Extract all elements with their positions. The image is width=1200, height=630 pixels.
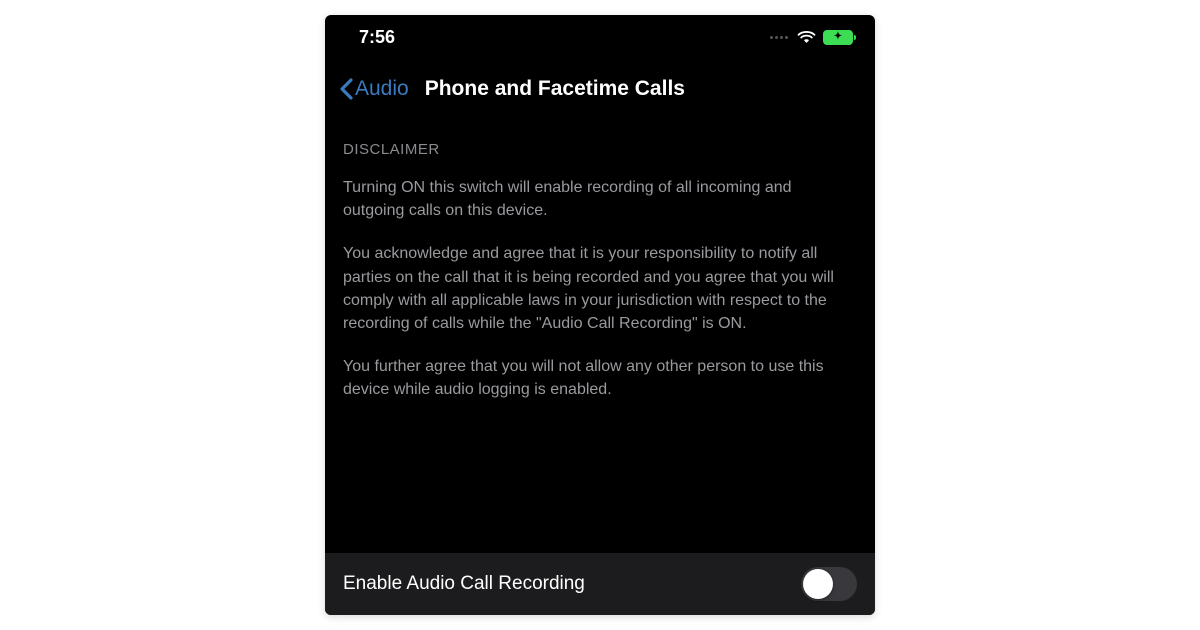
back-button[interactable]: Audio bbox=[339, 77, 409, 101]
status-time: 7:56 bbox=[359, 27, 395, 48]
status-indicators: ✦ bbox=[770, 30, 853, 45]
content: Disclaimer Turning ON this switch will e… bbox=[325, 141, 875, 402]
disclaimer-paragraph-3: You further agree that you will not allo… bbox=[343, 355, 857, 401]
back-label: Audio bbox=[355, 77, 409, 101]
switch-knob bbox=[803, 569, 833, 599]
navigation-bar: Audio Phone and Facetime Calls bbox=[325, 55, 875, 119]
disclaimer-paragraph-2: You acknowledge and agree that it is you… bbox=[343, 242, 857, 335]
signal-dots-icon bbox=[770, 36, 788, 39]
page-title: Phone and Facetime Calls bbox=[425, 77, 685, 101]
enable-recording-switch[interactable] bbox=[801, 567, 857, 601]
toggle-row: Enable Audio Call Recording bbox=[325, 553, 875, 615]
toggle-label: Enable Audio Call Recording bbox=[343, 573, 585, 595]
chevron-left-icon bbox=[339, 78, 353, 100]
disclaimer-paragraph-1: Turning ON this switch will enable recor… bbox=[343, 176, 857, 222]
section-header: Disclaimer bbox=[343, 141, 857, 158]
phone-screen: 7:56 ✦ Audio bbox=[325, 15, 875, 615]
status-bar: 7:56 ✦ bbox=[325, 15, 875, 55]
battery-charging-icon: ✦ bbox=[823, 30, 853, 45]
wifi-icon bbox=[797, 30, 816, 44]
